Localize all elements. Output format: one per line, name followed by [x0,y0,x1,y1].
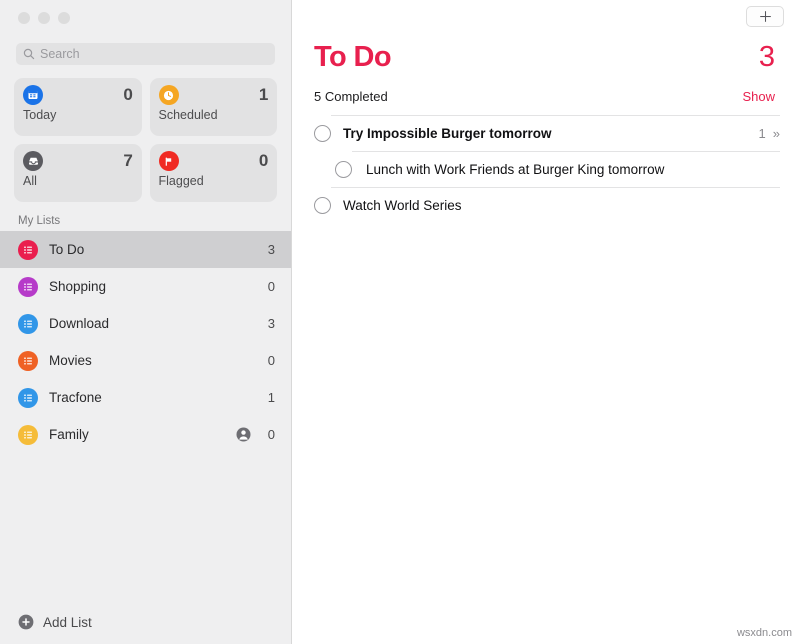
search-icon [23,48,35,60]
flag-icon [158,151,179,171]
smart-list-today[interactable]: 0 Today [14,78,142,136]
zoom-button[interactable] [58,12,70,24]
my-lists-heading: My Lists [18,215,61,227]
sidebar-item-movies[interactable]: Movies 0 [0,342,291,379]
search-placeholder: Search [40,46,80,61]
sidebar-item-to-do-label: To Do [49,242,85,257]
tray-icon [23,151,43,171]
show-completed-link[interactable]: Show [742,89,775,104]
search-input[interactable]: Search [16,43,275,65]
add-reminder-button[interactable] [746,5,784,27]
list-header: To Do 3 [292,32,800,74]
sidebar-item-tracfone-label: Tracfone [49,390,102,405]
sidebar-item-family-label: Family [49,427,89,442]
user-lists: To Do 3 Shopping 0 Download 3 Movies 0 T… [0,231,291,453]
smart-list-all-count: 7 [123,151,133,170]
chevron-right-icon[interactable]: » [773,126,780,141]
sidebar-item-download-label: Download [49,316,110,331]
smart-list-today-count: 0 [123,85,133,104]
smart-list-all[interactable]: 7 All [14,144,142,202]
watermark: wsxdn.com [736,627,792,639]
toolbar [292,0,800,32]
add-list-button[interactable]: Add List [0,600,292,644]
smart-list-flagged-count: 0 [258,151,268,170]
smart-lists-grid: 0 Today 1 Scheduled 7 All 0 Flagged [0,65,291,202]
sidebar-item-shopping-label: Shopping [49,279,107,294]
sidebar-item-download-count: 3 [267,316,275,331]
search-container: Search [16,43,275,65]
close-button[interactable] [18,12,30,24]
reminders-list: Try Impossible Burger tomorrow 1 » Lunch… [292,115,800,223]
sidebar-item-tracfone-count: 1 [267,390,275,405]
reminder-title: Try Impossible Burger tomorrow [343,126,552,141]
reminder-meta[interactable]: 1 » [759,126,780,141]
smart-list-scheduled-count: 1 [258,85,268,104]
reminder-checkbox[interactable] [314,196,331,214]
smart-list-flagged[interactable]: 0 Flagged [149,144,277,202]
reminders-window: Search 0 Today 1 Scheduled 7 All 0 Flagg… [0,0,800,644]
sidebar-item-movies-label: Movies [49,353,92,368]
reminder-title: Lunch with Work Friends at Burger King t… [366,162,665,177]
list-bullet-icon [18,313,38,334]
shared-person-icon [236,427,251,442]
list-bullet-icon [18,424,38,445]
minimize-button[interactable] [38,12,50,24]
sidebar-item-family-count: 0 [267,427,275,442]
sidebar: Search 0 Today 1 Scheduled 7 All 0 Flagg… [0,0,292,644]
clock-icon [158,85,179,105]
sidebar-item-tracfone[interactable]: Tracfone 1 [0,379,291,416]
smart-list-scheduled[interactable]: 1 Scheduled [149,78,277,136]
reminder-title: Watch World Series [343,198,462,213]
page-title: To Do [314,41,392,73]
smart-list-all-label: All [23,174,37,188]
completed-row: 5 Completed Show [292,74,800,104]
reminder-row[interactable]: Watch World Series [292,187,800,223]
sidebar-item-download[interactable]: Download 3 [0,305,291,342]
reminder-row[interactable]: Try Impossible Burger tomorrow 1 » [292,115,800,151]
completed-count-label: 5 Completed [314,89,388,104]
smart-list-flagged-label: Flagged [158,174,204,188]
sidebar-item-shopping-count: 0 [267,279,275,294]
calendar-icon [23,85,43,105]
list-bullet-icon [18,239,38,260]
plus-circle-icon [18,614,34,630]
reminder-row[interactable]: Lunch with Work Friends at Burger King t… [292,151,800,187]
sidebar-item-movies-count: 0 [267,353,275,368]
reminder-checkbox[interactable] [335,160,352,178]
sidebar-item-family[interactable]: Family 0 [0,416,291,453]
smart-list-scheduled-label: Scheduled [158,108,218,122]
plus-icon [759,10,771,22]
reminder-checkbox[interactable] [314,124,331,142]
add-list-label: Add List [43,614,92,630]
list-bullet-icon [18,276,38,297]
list-bullet-icon [18,350,38,371]
window-controls [0,0,291,34]
list-bullet-icon [18,387,38,408]
list-total-count: 3 [758,41,775,73]
sidebar-item-to-do[interactable]: To Do 3 [0,231,291,268]
smart-list-today-label: Today [23,108,57,122]
main-panel: To Do 3 5 Completed Show Try Impossible … [292,0,800,644]
sidebar-item-shopping[interactable]: Shopping 0 [0,268,291,305]
subtask-count: 1 [758,126,766,141]
sidebar-item-to-do-count: 3 [267,242,275,257]
